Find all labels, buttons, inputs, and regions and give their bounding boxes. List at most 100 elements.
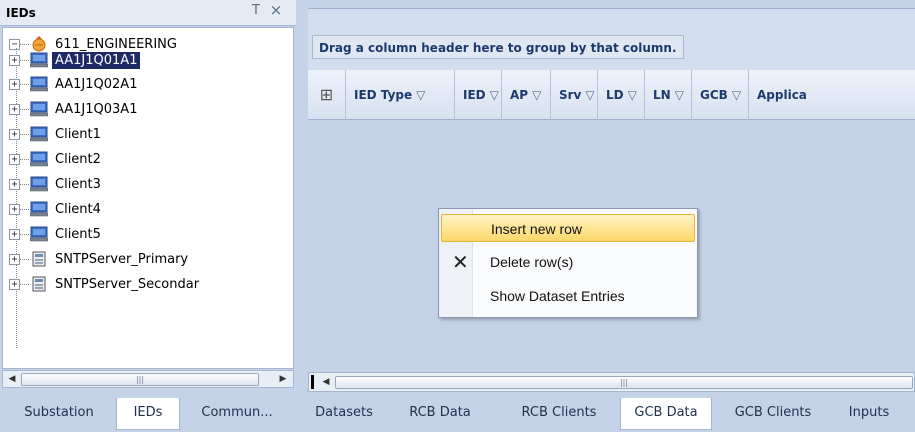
expand-icon[interactable]: +	[9, 203, 20, 215]
filter-icon[interactable]: ▽	[732, 88, 741, 102]
column-header-label: IED	[463, 88, 486, 102]
expand-icon[interactable]: +	[9, 228, 20, 240]
right-tab-strip: Datasets RCB Data RCB Clients GCB Data G…	[300, 398, 915, 432]
column-header-label: GCB	[700, 88, 728, 102]
scroll-thumb[interactable]: |||	[21, 373, 259, 386]
computer-icon	[30, 176, 48, 192]
tree-item[interactable]: + SNTPServer_Secondar	[9, 272, 202, 296]
group-by-hint: Drag a column header here to group by th…	[312, 35, 684, 59]
ieds-panel: IEDs Т × − 611_ENGINEERING + AA1J1Q01A1 + A…	[0, 0, 296, 432]
tree-item-label: Client2	[55, 151, 101, 167]
expand-icon[interactable]: +	[9, 278, 20, 290]
column-header-label: LD	[606, 88, 624, 102]
tab-ieds[interactable]: IEDs	[116, 398, 180, 430]
tab-datasets[interactable]: Datasets	[306, 398, 382, 430]
tree-item[interactable]: + AA1J1Q01A1	[9, 48, 141, 72]
computer-icon	[30, 151, 48, 167]
tree-item[interactable]: + AA1J1Q03A1	[9, 97, 140, 121]
grid-options-icon[interactable]: ⊞	[308, 70, 346, 120]
menu-item-label: Show Dataset Entries	[490, 288, 625, 304]
server-icon	[32, 251, 46, 267]
scroll-left-icon[interactable]: ◀	[319, 375, 333, 389]
tree-item[interactable]: + Client5	[9, 222, 104, 246]
tab-rcb-data[interactable]: RCB Data	[384, 398, 496, 430]
tree-item[interactable]: + AA1J1Q02A1	[9, 72, 140, 96]
tree-item[interactable]: + Client2	[9, 147, 104, 171]
column-header-label: Applica	[757, 88, 807, 102]
tab-gcb-clients[interactable]: GCB Clients	[714, 398, 832, 430]
scroll-right-icon[interactable]: ▶	[276, 372, 290, 386]
scroll-thumb[interactable]: |||	[335, 376, 913, 389]
column-header[interactable]: Applica	[749, 70, 915, 120]
computer-icon	[30, 226, 48, 242]
tree-item-label: AA1J1Q02A1	[55, 76, 138, 92]
column-header-label: AP	[510, 88, 529, 102]
column-header-label: Srv	[559, 88, 582, 102]
menu-item-show-dataset-entries[interactable]: Show Dataset Entries	[441, 282, 695, 310]
expand-icon[interactable]: +	[9, 178, 20, 190]
context-menu: Insert new row ✕ Delete row(s) Show Data…	[438, 208, 698, 318]
computer-icon	[30, 76, 48, 92]
tree-item[interactable]: + Client4	[9, 197, 104, 221]
panel-header: IEDs Т ×	[0, 0, 296, 26]
menu-item-insert-new-row[interactable]: Insert new row	[441, 214, 695, 242]
delete-x-icon: ✕	[452, 250, 469, 274]
tree-item-label: AA1J1Q03A1	[55, 101, 138, 117]
column-header-row: ⊞ IED Type ▽ IED ▽ AP ▽ Srv ▽ LD ▽ LN ▽ GCB ▽ Applica	[308, 70, 915, 120]
tree-item-label: AA1J1Q01A1	[52, 51, 141, 69]
group-by-area[interactable]: Drag a column header here to group by th…	[308, 8, 915, 70]
column-header-label: IED Type	[354, 88, 413, 102]
filter-icon[interactable]: ▽	[532, 88, 541, 102]
ied-tree[interactable]: − 611_ENGINEERING + AA1J1Q01A1 + AA1J1Q02A1…	[2, 27, 294, 369]
filter-icon[interactable]: ▽	[585, 88, 594, 102]
filter-icon[interactable]: ▽	[490, 88, 499, 102]
filter-icon[interactable]: ▽	[416, 88, 425, 102]
scroll-left-icon[interactable]: ◀	[5, 372, 19, 386]
menu-item-delete-rows[interactable]: ✕ Delete row(s)	[441, 248, 695, 276]
menu-item-label: Insert new row	[491, 221, 583, 237]
tree-item[interactable]: + Client3	[9, 172, 104, 196]
expand-icon[interactable]: +	[9, 78, 20, 90]
filter-icon[interactable]: ▽	[675, 88, 684, 102]
tree-item-label: SNTPServer_Primary	[55, 251, 189, 267]
computer-icon	[30, 201, 48, 217]
column-header[interactable]: Srv ▽	[551, 70, 598, 120]
expand-icon[interactable]: +	[9, 128, 20, 140]
tree-item-label: Client3	[55, 176, 101, 192]
tree-item-label: Client1	[55, 126, 101, 142]
computer-icon	[30, 126, 48, 142]
tab-inputs[interactable]: Inputs	[834, 398, 904, 430]
menu-item-label: Delete row(s)	[490, 254, 574, 270]
pin-icon[interactable]: Т	[248, 3, 264, 19]
computer-icon	[30, 52, 48, 68]
tree-item-label: Client5	[55, 226, 101, 242]
column-header[interactable]: AP ▽	[502, 70, 551, 120]
tab-substation[interactable]: Substation	[4, 398, 114, 430]
tab-communication[interactable]: Commun...	[182, 398, 292, 430]
tree-horizontal-scrollbar[interactable]: ◀ ||| ▶	[2, 370, 294, 388]
server-icon	[32, 276, 46, 292]
tree-item-label: SNTPServer_Secondar	[55, 276, 200, 292]
tree-item[interactable]: + Client1	[9, 122, 104, 146]
scroll-marker	[311, 375, 314, 389]
tab-rcb-clients[interactable]: RCB Clients	[498, 398, 620, 430]
column-header-label: LN	[653, 88, 671, 102]
column-header[interactable]: IED ▽	[455, 70, 502, 120]
column-header[interactable]: LN ▽	[645, 70, 692, 120]
tree-item-label: Client4	[55, 201, 101, 217]
expand-icon[interactable]: +	[9, 103, 20, 115]
left-tab-strip: Substation IEDs Commun...	[0, 398, 296, 432]
close-icon[interactable]: ×	[268, 2, 284, 18]
expand-icon[interactable]: +	[9, 253, 20, 265]
tree-item[interactable]: + SNTPServer_Primary	[9, 247, 191, 271]
expand-icon[interactable]: +	[9, 153, 20, 165]
column-header[interactable]: GCB ▽	[692, 70, 749, 120]
panel-title: IEDs	[6, 6, 36, 20]
column-header[interactable]: LD ▽	[598, 70, 645, 120]
grid-horizontal-scrollbar[interactable]: ◀ |||	[308, 372, 915, 392]
expand-icon[interactable]: +	[9, 54, 20, 66]
tab-gcb-data[interactable]: GCB Data	[620, 398, 712, 430]
filter-icon[interactable]: ▽	[628, 88, 637, 102]
column-header[interactable]: IED Type ▽	[346, 70, 455, 120]
computer-icon	[30, 101, 48, 117]
